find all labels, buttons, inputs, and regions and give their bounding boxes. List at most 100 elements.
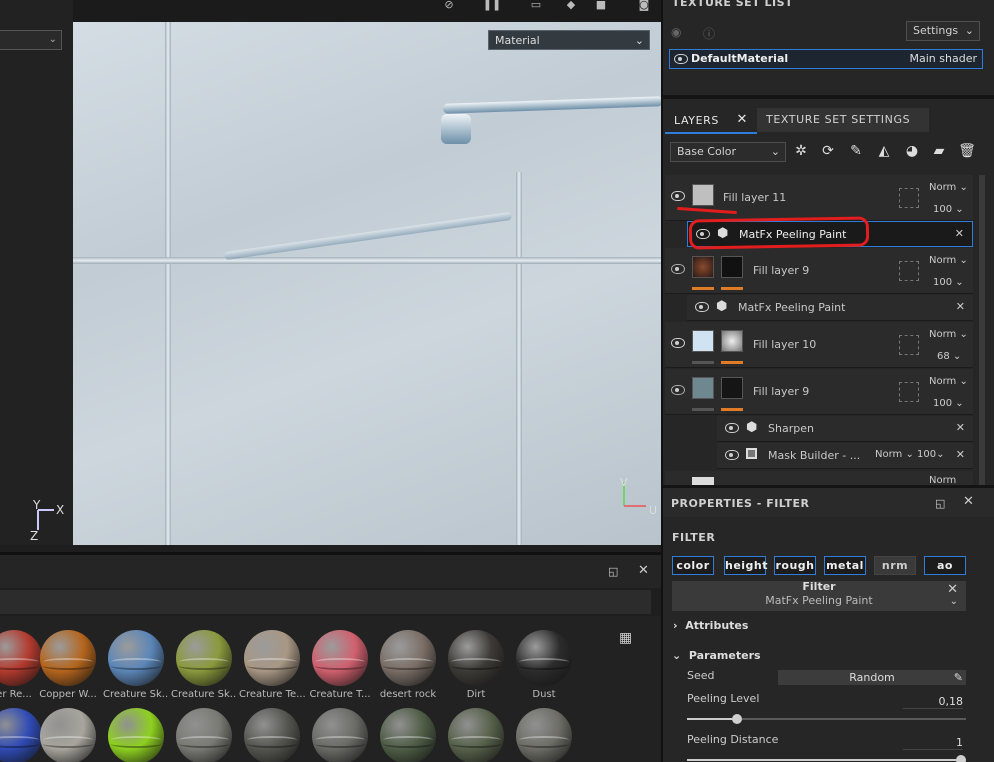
channel-chip-nrm[interactable]: nrm [874, 556, 916, 575]
mask-slot-icon[interactable] [899, 261, 919, 281]
material-thumbnail[interactable] [176, 708, 232, 762]
cube-icon[interactable]: ◆ [560, 0, 582, 12]
info-icon[interactable]: ⓘ [703, 25, 715, 42]
eye-icon[interactable] [725, 423, 739, 433]
close-icon[interactable]: ✕ [956, 421, 965, 434]
settings-dropdown[interactable]: Settings ⌄ [906, 21, 980, 41]
close-icon[interactable]: ✕ [638, 563, 649, 578]
material-thumbnail[interactable] [244, 708, 300, 762]
hide-icon[interactable]: ⊘ [438, 0, 460, 12]
eye-icon[interactable] [671, 191, 685, 201]
smart-material-icon[interactable]: ◕ [902, 143, 922, 161]
effect-row-matfx-peeling-paint[interactable]: ⬢ MatFx Peeling Paint ✕ [687, 295, 973, 321]
material-thumbnail[interactable] [380, 630, 436, 686]
material-thumbnail[interactable] [312, 708, 368, 762]
camera-video-icon[interactable]: ■ [590, 0, 612, 12]
layer-row-fill-layer-9-b[interactable]: Fill layer 9 Norm ⌄ 100 ⌄ [665, 369, 973, 415]
material-thumbnail[interactable] [312, 630, 368, 686]
close-icon[interactable]: ✕ [737, 112, 749, 127]
peeling-distance-value[interactable]: 1 [903, 736, 963, 750]
material-thumbnail[interactable] [448, 708, 504, 762]
material-thumbnail[interactable] [108, 708, 164, 762]
tab-layers[interactable]: LAYERS ✕ [665, 106, 757, 134]
grid-view-icon[interactable]: ▦ [619, 630, 632, 646]
material-thumbnail[interactable] [448, 630, 504, 686]
effect-row-mask-builder[interactable]: Mask Builder - ... Norm ⌄ 100⌄ ✕ [717, 443, 973, 469]
parameters-section[interactable]: ⌄ Parameters [672, 649, 761, 662]
filter-slot[interactable]: Filter MatFx Peeling Paint ✕ ⌄ [672, 580, 966, 611]
blend-mode[interactable]: Norm ⌄ [929, 182, 968, 193]
viewport-material-dropdown[interactable]: Material ⌄ [488, 30, 650, 50]
tab-texture-set-settings[interactable]: TEXTURE SET SETTINGS [757, 108, 929, 132]
close-icon[interactable]: ✕ [947, 582, 958, 597]
material-thumbnail[interactable] [0, 630, 42, 686]
blend-mode[interactable]: Norm ⌄ [875, 449, 914, 460]
peeling-distance-slider[interactable] [687, 755, 966, 762]
left-dropdown[interactable]: ⌄ [0, 30, 62, 50]
opacity-value[interactable]: 100 ⌄ [933, 204, 964, 215]
channel-chip-rough[interactable]: rough [774, 556, 816, 575]
screenshot-icon[interactable]: ◙ [633, 0, 655, 12]
eye-icon[interactable] [671, 385, 685, 395]
chevron-down-icon[interactable]: ⌄ [950, 596, 958, 607]
attributes-section[interactable]: › Attributes [673, 619, 748, 632]
material-thumbnail[interactable] [516, 708, 572, 762]
trash-icon[interactable]: 🗑 [957, 143, 977, 161]
close-icon[interactable]: ✕ [963, 494, 974, 509]
material-thumbnail[interactable] [244, 630, 300, 686]
channel-chip-height[interactable]: height [724, 556, 768, 575]
pause-icon[interactable]: ❚❚ [481, 0, 503, 12]
close-icon[interactable]: ✕ [955, 227, 964, 240]
channel-dropdown[interactable]: Base Color ⌄ [670, 142, 786, 162]
blend-mode[interactable]: Norm [929, 475, 956, 485]
mask-slot-icon[interactable] [899, 335, 919, 355]
material-thumbnail[interactable] [108, 630, 164, 686]
eye-icon[interactable] [671, 338, 685, 348]
close-icon[interactable]: ✕ [956, 300, 965, 313]
folder-icon[interactable]: ▰ [929, 143, 949, 161]
blend-mode[interactable]: Norm ⌄ [929, 329, 968, 340]
maximize-icon[interactable]: ◱ [608, 565, 618, 578]
texture-set-row[interactable]: DefaultMaterial Main shader [669, 49, 983, 69]
peeling-level-value[interactable]: 0,18 [903, 695, 963, 709]
add-effect-icon[interactable]: ⟳ [818, 143, 838, 161]
shelf-search-bar[interactable] [0, 590, 651, 614]
material-thumbnail[interactable] [380, 708, 436, 762]
maximize-icon[interactable]: ◱ [935, 497, 945, 510]
layer-row-fill-layer-11[interactable]: Fill layer 11 Norm ⌄ 100 ⌄ [665, 175, 973, 221]
eye-icon[interactable] [695, 302, 709, 312]
channel-chip-metal[interactable]: metal [824, 556, 866, 575]
material-thumbnail[interactable] [40, 708, 96, 762]
brush-icon[interactable]: ✎ [846, 143, 866, 161]
mask-slot-icon[interactable] [899, 382, 919, 402]
opacity-value[interactable]: 100 ⌄ [933, 398, 964, 409]
fill-bucket-icon[interactable]: ◭ [874, 143, 894, 161]
opacity-value[interactable]: 100 ⌄ [933, 277, 964, 288]
effect-row-sharpen[interactable]: ⬢ Sharpen ✕ [717, 416, 973, 442]
eye-icon[interactable] [674, 54, 688, 64]
slider-knob[interactable] [956, 755, 966, 762]
peeling-level-slider[interactable] [687, 714, 966, 724]
close-icon[interactable]: ✕ [956, 448, 965, 461]
layer-row-fill-layer-9[interactable]: Fill layer 9 Norm ⌄ 100 ⌄ [665, 248, 973, 294]
mask-slot-icon[interactable] [899, 188, 919, 208]
channel-chip-color[interactable]: color [672, 556, 714, 575]
slider-knob[interactable] [732, 714, 743, 724]
material-thumbnail[interactable] [0, 708, 42, 762]
material-thumbnail[interactable] [516, 630, 572, 686]
layout-icon[interactable]: ▭ [525, 0, 547, 12]
layer-stack-scrollbar[interactable] [979, 175, 985, 485]
opacity-value[interactable]: 100⌄ [917, 449, 944, 460]
layer-row-partial[interactable]: Norm [665, 471, 973, 485]
blend-mode[interactable]: Norm ⌄ [929, 255, 968, 266]
visibility-icon[interactable]: ◉ [671, 25, 681, 39]
material-thumbnail[interactable] [176, 630, 232, 686]
magic-wand-icon[interactable]: ✲ [791, 143, 811, 161]
opacity-value[interactable]: 68 ⌄ [937, 351, 961, 362]
eye-icon[interactable] [725, 450, 739, 460]
material-thumbnail[interactable] [40, 630, 96, 686]
layer-row-fill-layer-10[interactable]: Fill layer 10 Norm ⌄ 68 ⌄ [665, 322, 973, 368]
blend-mode[interactable]: Norm ⌄ [929, 376, 968, 387]
channel-chip-ao[interactable]: ao [924, 556, 966, 575]
eye-icon[interactable] [671, 264, 685, 274]
